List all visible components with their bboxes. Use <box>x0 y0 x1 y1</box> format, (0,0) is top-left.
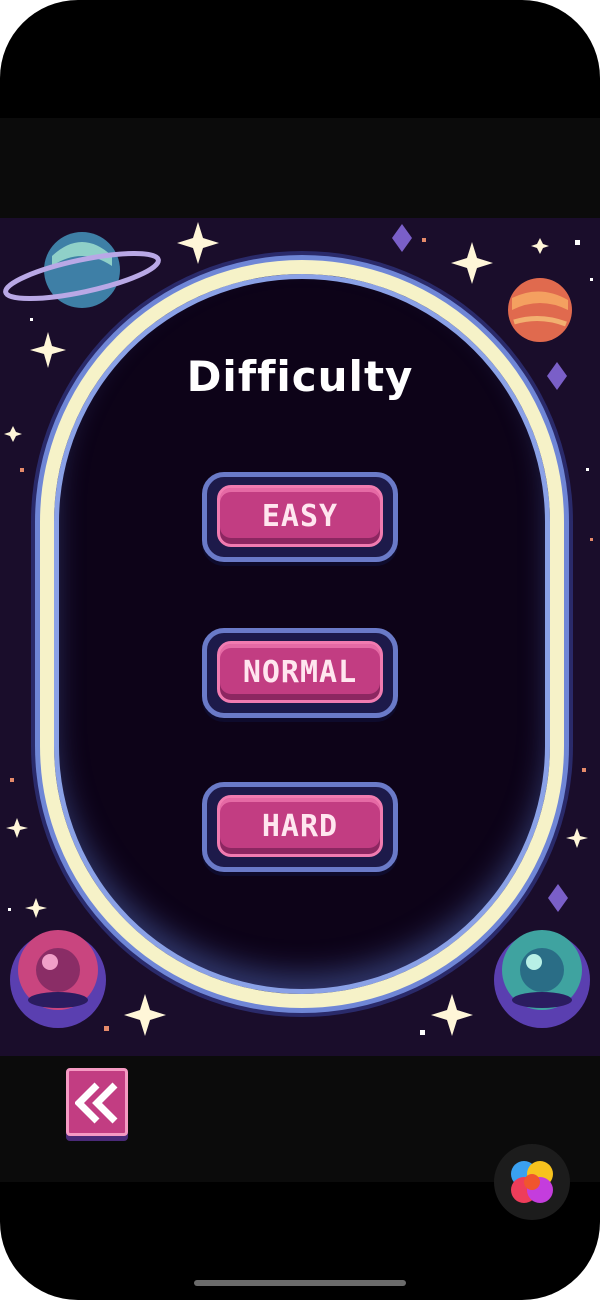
back-button[interactable] <box>66 1068 128 1136</box>
page-title: Difficulty <box>186 352 414 401</box>
normal-button-label: NORMAL <box>242 654 358 690</box>
top-bar <box>0 118 600 218</box>
ringed-planet-icon <box>3 232 161 308</box>
diamond-icon <box>392 224 412 252</box>
chevron-left-icon <box>75 1082 118 1124</box>
hard-button[interactable]: HARD <box>202 782 398 872</box>
phone-screen: Difficulty EASY NORMAL HARD <box>0 0 600 1300</box>
normal-button[interactable]: NORMAL <box>202 628 398 718</box>
diamond-icon <box>548 884 568 912</box>
orange-planet-icon <box>508 278 572 342</box>
app-badge-button[interactable] <box>494 1144 570 1220</box>
pink-orb-icon <box>10 930 106 1028</box>
multicolor-circles-icon <box>511 1161 553 1203</box>
easy-button-label: EASY <box>261 498 339 534</box>
teal-orb-icon <box>494 930 590 1028</box>
game-area: Difficulty EASY NORMAL HARD <box>0 218 600 1056</box>
hard-button-label: HARD <box>261 808 339 844</box>
home-indicator[interactable] <box>194 1280 406 1286</box>
easy-button[interactable]: EASY <box>202 472 398 562</box>
